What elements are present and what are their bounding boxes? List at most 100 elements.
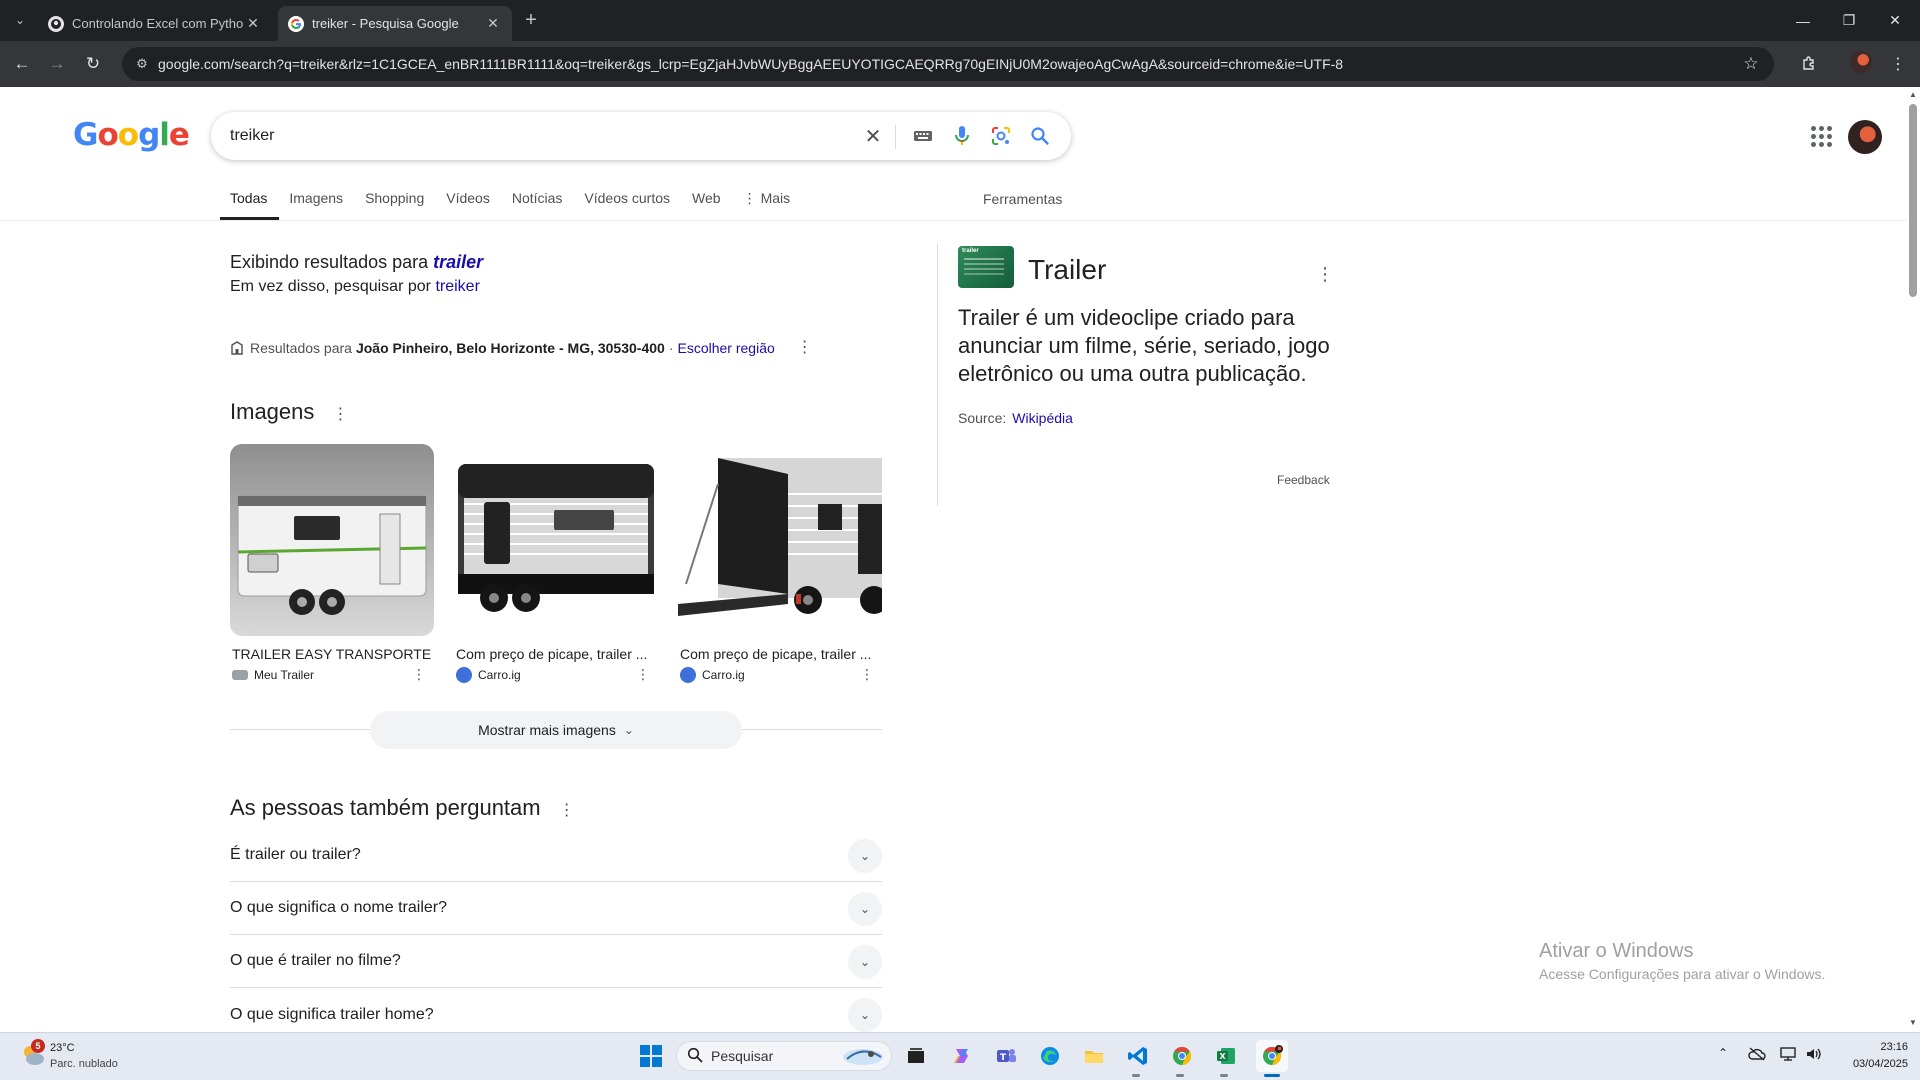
image-more-options-icon[interactable]: ⋮ — [860, 666, 874, 683]
tray-overflow-chevron-icon[interactable]: ⌃ — [1718, 1046, 1728, 1060]
knowledge-panel-divider — [937, 244, 938, 506]
change-region-link[interactable]: Escolher região — [677, 340, 774, 356]
task-view-icon[interactable] — [900, 1040, 932, 1072]
copilot-icon[interactable] — [946, 1040, 978, 1072]
chevron-down-icon[interactable]: ⌄ — [848, 998, 882, 1032]
image-caption[interactable]: Com preço de picape, trailer ... — [454, 646, 658, 662]
volume-speaker-icon[interactable] — [1804, 1044, 1824, 1064]
image-thumbnail-travel-trailer[interactable] — [454, 444, 658, 636]
tab-mais[interactable]: ⋮ Mais — [733, 186, 803, 220]
location-more-options-icon[interactable]: ⋮ — [797, 340, 813, 356]
edge-browser-icon[interactable] — [1034, 1040, 1066, 1072]
image-caption[interactable]: TRAILER EASY TRANSPORTE — [230, 646, 434, 662]
browser-tab-excel-python[interactable]: Controlando Excel com Python ✕ — [38, 6, 272, 41]
search-input[interactable] — [230, 127, 850, 145]
windows-start-icon[interactable] — [635, 1040, 667, 1072]
excel-icon[interactable]: X — [1210, 1040, 1242, 1072]
tab-imagens[interactable]: Imagens — [279, 186, 355, 220]
bookmark-star-icon[interactable]: ☆ — [1736, 54, 1766, 74]
weather-temperature[interactable]: 23°C — [50, 1042, 75, 1054]
tab-close-icon[interactable]: ✕ — [244, 15, 262, 33]
minimize-icon[interactable]: — — [1780, 0, 1826, 41]
google-account-avatar[interactable] — [1848, 120, 1882, 154]
reload-icon[interactable]: ↻ — [81, 52, 105, 76]
paa-question[interactable]: O que significa o nome trailer? ⌄ — [230, 882, 882, 935]
scroll-down-arrow-icon[interactable]: ▼ — [1909, 1018, 1917, 1027]
paa-question-text: O que significa o nome trailer? — [230, 899, 447, 916]
tab-videos-curtos[interactable]: Vídeos curtos — [574, 186, 682, 220]
image-thumbnail-toy-hauler[interactable] — [678, 444, 882, 636]
chevron-down-icon[interactable]: ⌄ — [848, 892, 882, 926]
taskbar-search-placeholder: Pesquisar — [711, 1048, 774, 1064]
weather-alert-badge[interactable]: 5 — [31, 1039, 45, 1053]
image-result-card[interactable]: TRAILER EASY TRANSPORTE Meu Trailer ⋮ — [230, 444, 434, 683]
forward-arrow-icon[interactable]: → — [45, 52, 69, 76]
chrome-profile-avatar[interactable] — [1850, 51, 1872, 73]
show-more-images-button[interactable]: Mostrar mais imagens ⌄ — [370, 711, 742, 749]
original-term-link[interactable]: treiker — [435, 278, 479, 295]
search-magnifier-icon[interactable] — [1028, 124, 1052, 148]
taskbar-clock-date[interactable]: 03/04/2025 — [1836, 1058, 1908, 1070]
knowledge-panel-source: Source: Wikipédia — [958, 410, 1073, 426]
weather-description[interactable]: Parc. nublado — [50, 1058, 118, 1070]
image-thumbnail-trailer-white[interactable] — [230, 444, 434, 636]
window-close-icon[interactable]: ✕ — [1872, 0, 1918, 41]
image-caption[interactable]: Com preço de picape, trailer ... — [678, 646, 882, 662]
keyboard-icon[interactable] — [911, 124, 935, 148]
chevron-down-icon[interactable]: ⌄ — [848, 839, 882, 873]
google-lens-icon[interactable] — [989, 124, 1013, 148]
tab-search-icon[interactable]: ⌄ — [8, 8, 32, 32]
knowledge-panel-title: Trailer — [1028, 254, 1107, 285]
cloud-offline-icon[interactable] — [1747, 1044, 1767, 1064]
search-box[interactable]: ✕ — [211, 112, 1071, 160]
chrome-menu-icon[interactable]: ⋮ — [1886, 52, 1910, 76]
image-result-card[interactable]: Com preço de picape, trailer ... Carro.i… — [678, 444, 882, 683]
google-logo[interactable]: Google — [73, 117, 190, 153]
tab-web[interactable]: Web — [682, 186, 733, 220]
network-icon[interactable] — [1778, 1044, 1798, 1064]
corrected-term-link[interactable]: trailer — [433, 252, 483, 272]
browser-tab-google-search[interactable]: treiker - Pesquisa Google ✕ — [278, 6, 512, 41]
tab-todas[interactable]: Todas — [220, 186, 280, 220]
new-tab-plus-icon[interactable]: + — [520, 9, 542, 31]
wikipedia-source-link[interactable]: Wikipédia — [1012, 410, 1073, 426]
taskbar-clock-time[interactable]: 23:16 — [1856, 1041, 1908, 1053]
taskbar-search-box[interactable]: Pesquisar — [676, 1041, 892, 1071]
paa-question[interactable]: O que é trailer no filme? ⌄ — [230, 935, 882, 988]
svg-text:T: T — [1000, 1053, 1007, 1063]
site-info-icon[interactable]: ⚙ — [130, 52, 154, 76]
google-apps-grid-icon[interactable] — [1809, 124, 1833, 148]
knowledge-panel-thumbnail[interactable]: trailer — [958, 246, 1014, 288]
image-more-options-icon[interactable]: ⋮ — [636, 666, 650, 683]
thumbnail-lines — [964, 258, 1004, 260]
chrome-icon[interactable] — [1166, 1040, 1198, 1072]
tab-videos[interactable]: Vídeos — [436, 186, 502, 220]
clear-search-icon[interactable]: ✕ — [861, 124, 885, 148]
vscode-icon[interactable] — [1122, 1040, 1154, 1072]
tab-close-icon[interactable]: ✕ — [484, 15, 502, 33]
images-title: Imagens — [230, 399, 315, 424]
chevron-down-icon[interactable]: ⌄ — [848, 945, 882, 979]
voice-search-mic-icon[interactable] — [950, 124, 974, 148]
chrome-profile-icon[interactable] — [1256, 1040, 1288, 1072]
knowledge-panel-feedback-link[interactable]: Feedback — [1277, 473, 1330, 487]
tab-noticias[interactable]: Notícias — [502, 186, 575, 220]
extensions-puzzle-icon[interactable] — [1797, 52, 1821, 76]
image-result-card[interactable]: Com preço de picape, trailer ... Carro.i… — [454, 444, 658, 683]
paa-more-options-icon[interactable]: ⋮ — [559, 803, 575, 819]
tools-button[interactable]: Ferramentas — [983, 191, 1062, 207]
images-more-options-icon[interactable]: ⋮ — [333, 407, 349, 423]
tab-mais-label: Mais — [760, 190, 791, 206]
paa-question[interactable]: É trailer ou trailer? ⌄ — [230, 829, 882, 882]
scrollbar-thumb[interactable] — [1909, 104, 1917, 297]
knowledge-panel-more-options-icon[interactable]: ⋮ — [1316, 264, 1334, 285]
teams-icon[interactable]: T — [990, 1040, 1022, 1072]
address-url[interactable]: google.com/search?q=treiker&rlz=1C1GCEA_… — [158, 56, 1736, 72]
file-explorer-icon[interactable] — [1078, 1040, 1110, 1072]
image-more-options-icon[interactable]: ⋮ — [412, 666, 426, 683]
scroll-up-arrow-icon[interactable]: ▲ — [1909, 90, 1917, 99]
address-bar[interactable]: ⚙ google.com/search?q=treiker&rlz=1C1GCE… — [122, 47, 1774, 81]
restore-icon[interactable]: ❐ — [1826, 0, 1872, 41]
back-arrow-icon[interactable]: ← — [10, 52, 34, 76]
tab-shopping[interactable]: Shopping — [355, 186, 436, 220]
